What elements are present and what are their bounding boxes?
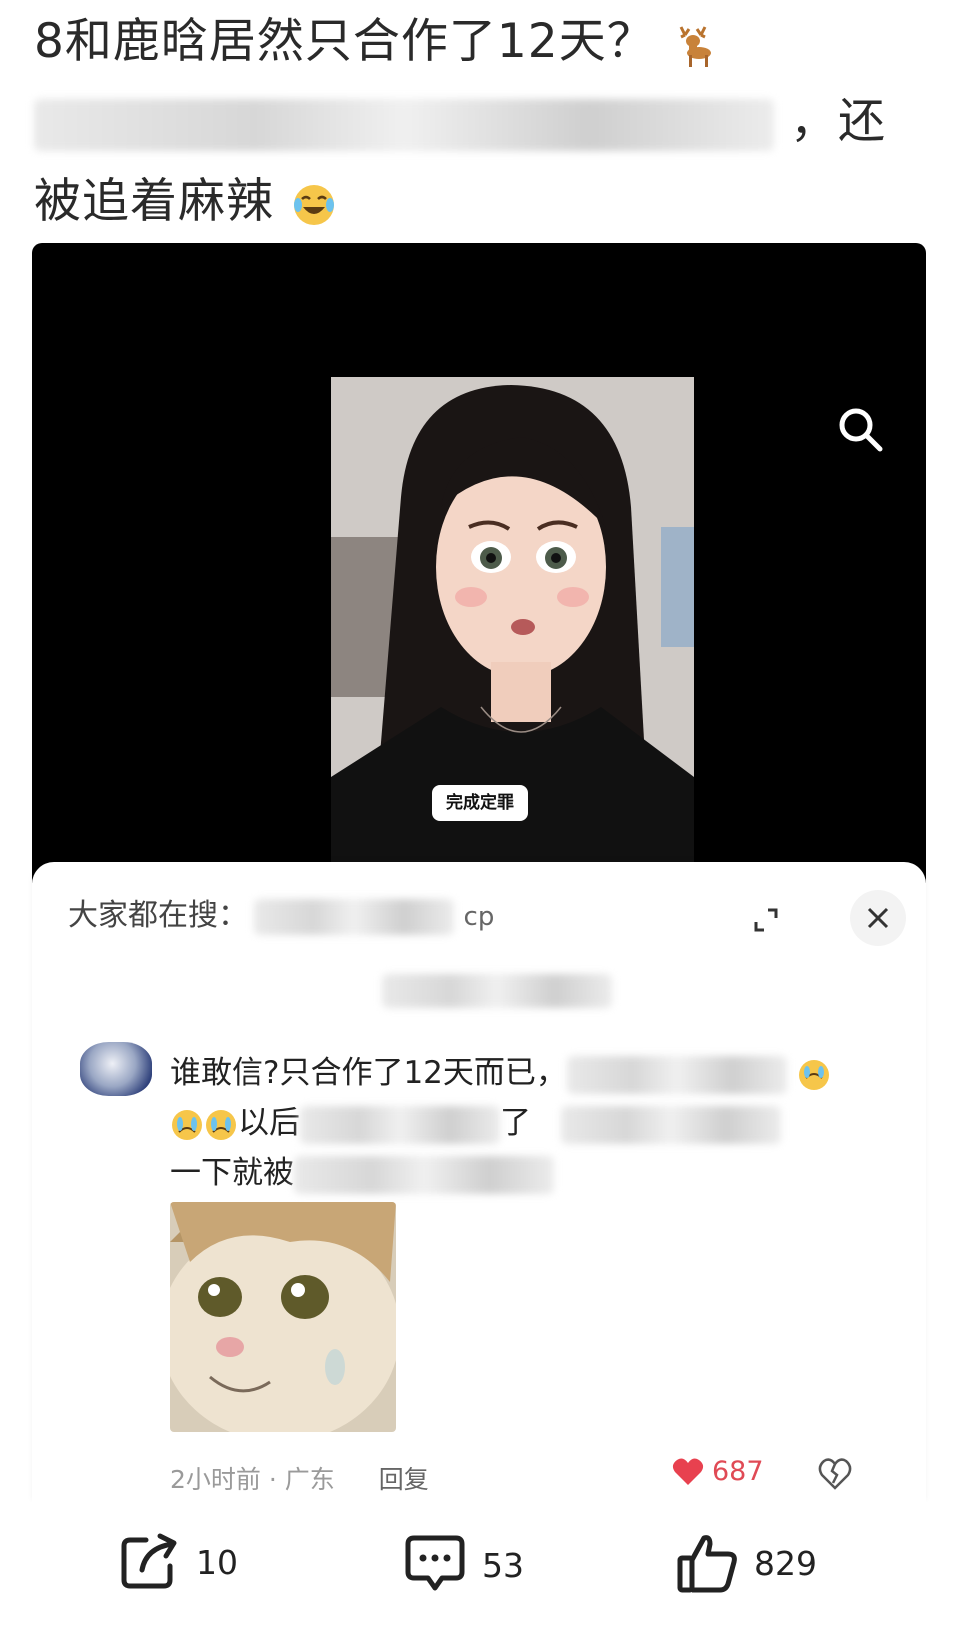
reply-button[interactable]: 回复 (379, 1465, 429, 1494)
share-button[interactable]: 10 (118, 1532, 238, 1592)
comment-body: 谁敢信?只合作了12天而已， 以后 了 一下就被 (170, 1048, 900, 1198)
post-action-bar: 10 53 829 (0, 1502, 960, 1639)
comment-icon (405, 1535, 465, 1591)
crying-face-icon (206, 1109, 236, 1140)
hot-search-query: cp (463, 902, 495, 932)
broken-heart-icon[interactable] (818, 1457, 852, 1491)
laughing-tears-icon (293, 184, 334, 225)
hot-search-label: 大家都在搜： (68, 898, 248, 933)
title-line-2-text: ，还 (789, 94, 886, 149)
post-title: 8和鹿晗居然只合作了12天？ ，还 被追着麻辣 (34, 2, 934, 242)
title-line-2: ，还 (34, 82, 934, 162)
like-button[interactable]: 829 (676, 1532, 817, 1594)
close-icon (867, 907, 889, 929)
comment-count: 53 (482, 1545, 524, 1585)
title-line-1: 8和鹿晗居然只合作了12天？ (34, 2, 934, 82)
redacted-text (34, 98, 774, 151)
redacted-text (294, 1155, 554, 1194)
comment-sticker-crying-cat[interactable] (170, 1202, 396, 1432)
comment-button[interactable]: 53 (402, 1532, 524, 1598)
comment-line-2: 以后 (238, 1105, 300, 1141)
expand-icon[interactable] (750, 904, 782, 936)
crying-face-icon (172, 1109, 202, 1140)
comments-panel: 大家都在搜： cp 谁敢信?只合作了12天而已， 以后 了 一下就被 2小时前 ·… (32, 862, 926, 1502)
deer-icon (679, 25, 711, 67)
title-line-3-text: 被追着麻辣 (34, 174, 274, 229)
title-line-1-text: 8和鹿晗居然只合作了12天？ (34, 14, 655, 69)
avatar[interactable] (80, 1042, 152, 1096)
comment-like-button[interactable]: 687 (672, 1456, 764, 1487)
redacted-text (382, 974, 612, 1008)
close-button[interactable] (850, 890, 906, 946)
redacted-text (254, 898, 454, 935)
comment-line-2b: 了 (500, 1105, 531, 1141)
redacted-text (561, 1105, 781, 1144)
crying-face-icon (798, 1059, 829, 1090)
comment-line-3: 一下就被 (170, 1155, 294, 1191)
share-count: 10 (196, 1542, 238, 1582)
comment-time-location: 2小时前 · 广东 (170, 1465, 335, 1494)
heart-icon (672, 1458, 704, 1485)
comment-meta: 2小时前 · 广东 回复 (170, 1460, 429, 1496)
video-caption-tag: 完成定罪 (432, 785, 528, 821)
share-icon (121, 1533, 177, 1589)
comment-line-1: 谁敢信?只合作了12天而已， (170, 1055, 567, 1091)
redacted-text (300, 1105, 500, 1144)
redacted-text (566, 1055, 787, 1094)
hot-search-bar[interactable]: 大家都在搜： cp (68, 890, 494, 935)
search-icon[interactable] (834, 403, 888, 457)
thumbs-up-icon (677, 1535, 737, 1593)
title-line-3: 被追着麻辣 (34, 162, 934, 242)
like-count: 829 (754, 1543, 817, 1583)
comment-like-count: 687 (712, 1456, 764, 1487)
